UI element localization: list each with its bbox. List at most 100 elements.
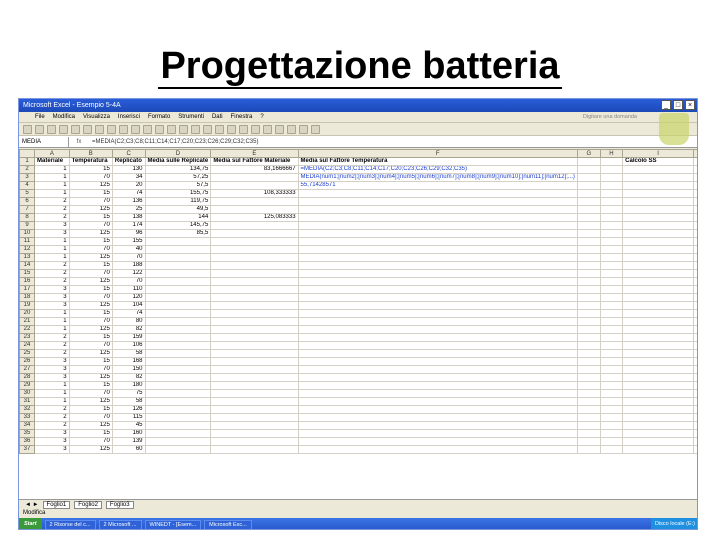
cell[interactable] [576, 181, 601, 190]
row-header[interactable]: 29 [19, 381, 36, 390]
cell[interactable] [693, 341, 697, 350]
cell[interactable]: 2 [34, 413, 70, 422]
cell[interactable] [693, 285, 697, 294]
row-header[interactable]: 17 [19, 285, 36, 294]
cell[interactable]: 57,25 [144, 173, 212, 182]
cell[interactable] [622, 365, 694, 374]
menu-item[interactable]: File [35, 114, 45, 120]
cell[interactable] [576, 309, 601, 318]
cell[interactable] [693, 301, 697, 310]
cell[interactable] [210, 301, 299, 310]
cell[interactable] [576, 373, 601, 382]
sheet-tab[interactable]: Foglio1 [42, 500, 71, 509]
cell[interactable] [693, 253, 697, 262]
cell[interactable] [622, 189, 694, 198]
cell[interactable] [144, 421, 212, 430]
cell[interactable] [576, 429, 601, 438]
cell[interactable] [622, 285, 694, 294]
column-header[interactable]: E [210, 149, 299, 158]
cell[interactable] [297, 333, 578, 342]
cell[interactable] [576, 285, 601, 294]
cell[interactable] [210, 229, 299, 238]
cell[interactable] [297, 365, 578, 374]
cell[interactable]: 155,75 [144, 189, 212, 198]
tab-nav-icon[interactable]: ◄ ► [25, 502, 39, 508]
cell[interactable]: 1 [34, 189, 70, 198]
cell[interactable]: 1 [34, 309, 70, 318]
cell[interactable]: 75 [111, 389, 146, 398]
menu-item[interactable]: Visualizza [83, 114, 110, 120]
cell[interactable] [622, 421, 694, 430]
column-header[interactable]: H [599, 149, 624, 158]
cell[interactable] [599, 333, 624, 342]
row-header[interactable]: 31 [19, 397, 36, 406]
taskbar-item[interactable]: WINEDT - [Esem... [144, 519, 202, 529]
cell[interactable]: 20 [111, 181, 146, 190]
cell[interactable]: 15 [68, 309, 113, 318]
cell[interactable] [297, 261, 578, 270]
cell[interactable]: 60 [111, 445, 146, 454]
cell[interactable] [622, 245, 694, 254]
cell[interactable]: 2 [34, 277, 70, 286]
cell[interactable] [297, 189, 578, 198]
cell[interactable] [599, 429, 624, 438]
cell[interactable] [622, 405, 694, 414]
cell[interactable] [693, 269, 697, 278]
cell[interactable]: 70 [68, 293, 113, 302]
cell[interactable] [622, 413, 694, 422]
row-header[interactable]: 26 [19, 357, 36, 366]
cell[interactable] [210, 309, 299, 318]
cell[interactable] [210, 445, 299, 454]
cell[interactable] [576, 173, 601, 182]
row-header[interactable]: 15 [19, 269, 36, 278]
cell[interactable] [210, 373, 299, 382]
cell[interactable] [693, 205, 697, 214]
cell[interactable] [297, 429, 578, 438]
cell[interactable]: 136 [111, 197, 146, 206]
cell[interactable] [693, 333, 697, 342]
cell[interactable] [622, 293, 694, 302]
cell[interactable] [144, 397, 212, 406]
cell[interactable]: 70 [68, 365, 113, 374]
cell[interactable] [576, 421, 601, 430]
cell[interactable] [297, 405, 578, 414]
cell[interactable] [599, 221, 624, 230]
cell[interactable] [599, 405, 624, 414]
cell[interactable]: 70 [68, 437, 113, 446]
cell[interactable] [599, 341, 624, 350]
cell[interactable]: 15 [68, 357, 113, 366]
cell[interactable] [144, 365, 212, 374]
row-header[interactable]: 30 [19, 389, 36, 398]
cell[interactable] [576, 301, 601, 310]
cell[interactable]: 57,5 [144, 181, 212, 190]
cell[interactable]: 15 [68, 261, 113, 270]
menu-item[interactable]: Strumenti [178, 114, 204, 120]
cell[interactable]: Materiale [34, 157, 70, 166]
cell[interactable] [144, 357, 212, 366]
cell[interactable] [693, 381, 697, 390]
cell[interactable]: 2 [34, 421, 70, 430]
cell[interactable] [576, 365, 601, 374]
borders-icon[interactable] [287, 124, 296, 134]
formula-input[interactable]: =MEDIA(C2;C3;C8;C11;C14;C17;C20;C23;C26;… [89, 139, 258, 145]
cell[interactable] [599, 165, 624, 174]
cell[interactable] [693, 157, 697, 166]
cell[interactable] [622, 445, 694, 454]
cell[interactable] [622, 237, 694, 246]
cell[interactable] [622, 333, 694, 342]
cell[interactable] [297, 357, 578, 366]
column-header[interactable]: F [297, 149, 578, 158]
cell[interactable] [210, 277, 299, 286]
cell[interactable] [210, 421, 299, 430]
spell-icon[interactable] [83, 124, 92, 134]
cell[interactable] [599, 397, 624, 406]
cell[interactable] [693, 277, 697, 286]
cell[interactable] [599, 373, 624, 382]
cell[interactable] [693, 173, 697, 182]
cell[interactable] [210, 357, 299, 366]
column-header[interactable]: A [34, 149, 70, 158]
cell[interactable] [210, 365, 299, 374]
row-header[interactable]: 8 [19, 213, 36, 222]
cell[interactable] [297, 229, 578, 238]
cell[interactable] [144, 437, 212, 446]
